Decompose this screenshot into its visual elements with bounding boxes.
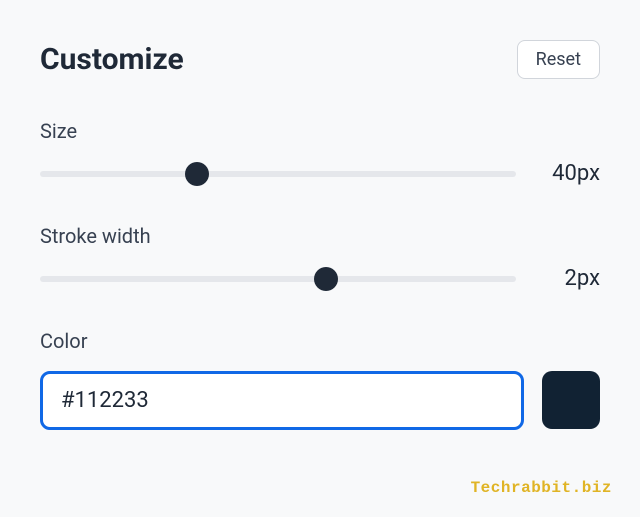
stroke-label: Stroke width xyxy=(40,224,600,248)
watermark: Techrabbit.biz xyxy=(471,479,612,497)
stroke-slider[interactable] xyxy=(40,267,516,291)
color-input[interactable] xyxy=(40,371,524,430)
stroke-control: Stroke width 2px xyxy=(40,224,600,291)
stroke-slider-row: 2px xyxy=(40,266,600,291)
color-row xyxy=(40,371,600,430)
size-value: 40px xyxy=(538,161,600,186)
color-label: Color xyxy=(40,329,600,353)
header: Customize Reset xyxy=(40,40,600,79)
page-title: Customize xyxy=(40,42,184,77)
stroke-value: 2px xyxy=(538,266,600,291)
color-control: Color xyxy=(40,329,600,430)
size-control: Size 40px xyxy=(40,119,600,186)
size-slider-row: 40px xyxy=(40,161,600,186)
size-label: Size xyxy=(40,119,600,143)
slider-track xyxy=(40,171,516,177)
reset-button[interactable]: Reset xyxy=(517,40,600,79)
slider-track xyxy=(40,276,516,282)
size-slider[interactable] xyxy=(40,162,516,186)
slider-thumb[interactable] xyxy=(185,162,209,186)
color-swatch[interactable] xyxy=(542,371,600,429)
slider-thumb[interactable] xyxy=(314,267,338,291)
